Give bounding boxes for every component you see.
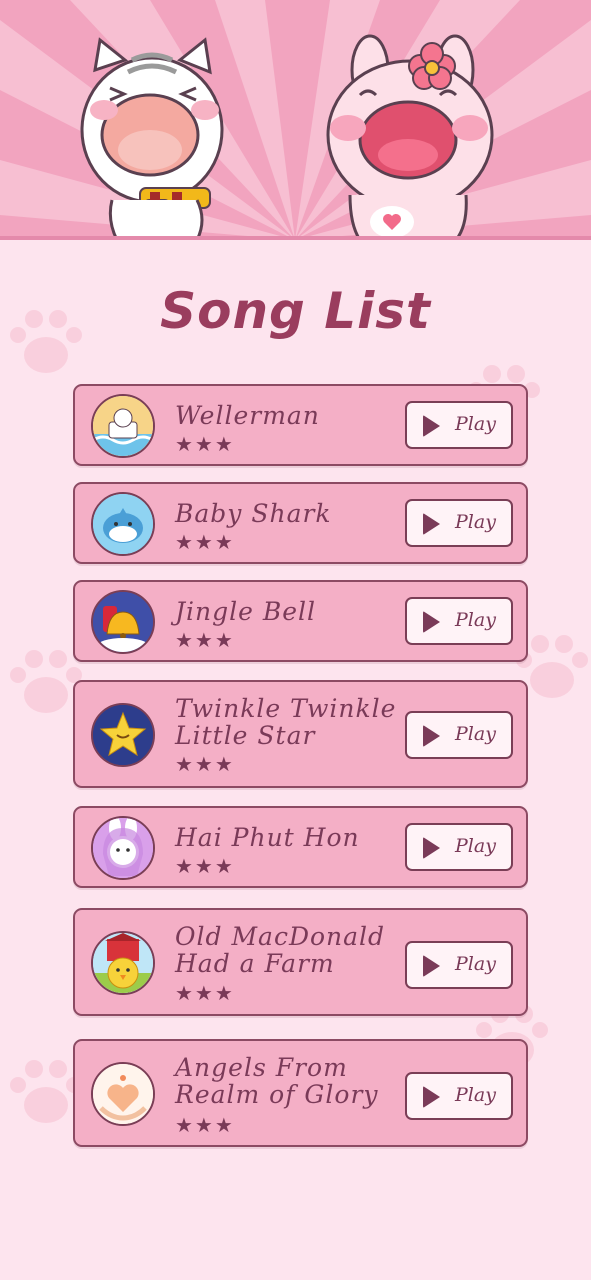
cat-boat-icon bbox=[93, 396, 153, 456]
song-card: Angels From Realm of Glory ★★★ Play bbox=[73, 1039, 528, 1147]
song-title: Angels From Realm of Glory bbox=[175, 1054, 400, 1108]
song-title-line: Realm of Glory bbox=[175, 1080, 379, 1109]
page-title: Song List bbox=[160, 282, 431, 340]
song-title: Baby Shark bbox=[175, 499, 332, 528]
play-icon bbox=[423, 1086, 440, 1108]
song-title: Jingle Bell bbox=[175, 597, 317, 626]
paw-print-icon bbox=[10, 1060, 82, 1123]
rating-stars: ★★★ bbox=[175, 1113, 235, 1137]
rating-stars: ★★★ bbox=[175, 854, 235, 878]
play-button-label: Play bbox=[455, 511, 496, 533]
song-title: Wellerman bbox=[175, 401, 320, 430]
song-title-line: Angels From bbox=[175, 1053, 348, 1082]
shark-icon bbox=[93, 494, 153, 554]
header-banner bbox=[0, 0, 591, 240]
paw-print-icon bbox=[10, 650, 82, 713]
song-title: Old MacDonald Had a Farm bbox=[175, 923, 400, 977]
song-title-line: Old MacDonald bbox=[175, 922, 386, 951]
star-icon bbox=[93, 705, 153, 765]
play-button-label: Play bbox=[455, 1084, 496, 1106]
play-button-label: Play bbox=[455, 609, 496, 631]
play-button[interactable]: Play bbox=[405, 823, 513, 871]
chick-farm-icon bbox=[93, 933, 153, 993]
song-card: Baby Shark ★★★ Play bbox=[73, 482, 528, 564]
song-title: Twinkle Twinkle Little Star bbox=[175, 695, 400, 749]
rating-stars: ★★★ bbox=[175, 628, 235, 652]
song-card: Wellerman ★★★ Play bbox=[73, 384, 528, 466]
rating-stars: ★★★ bbox=[175, 981, 235, 1005]
heart-hands-icon bbox=[93, 1064, 153, 1124]
play-button[interactable]: Play bbox=[405, 499, 513, 547]
play-button[interactable]: Play bbox=[405, 941, 513, 989]
banner-illustration bbox=[0, 0, 591, 240]
song-thumbnail bbox=[91, 816, 155, 880]
play-icon bbox=[423, 513, 440, 535]
song-thumbnail bbox=[91, 703, 155, 767]
play-icon bbox=[423, 611, 440, 633]
song-thumbnail bbox=[91, 590, 155, 654]
play-icon bbox=[423, 955, 440, 977]
bunny-character bbox=[326, 34, 494, 240]
song-thumbnail bbox=[91, 1062, 155, 1126]
song-title-line: Little Star bbox=[175, 721, 316, 750]
bell-icon bbox=[93, 592, 153, 652]
rating-stars: ★★★ bbox=[175, 752, 235, 776]
song-title: Hai Phut Hon bbox=[175, 823, 360, 852]
play-button-label: Play bbox=[455, 413, 496, 435]
song-card: Old MacDonald Had a Farm ★★★ Play bbox=[73, 908, 528, 1016]
play-icon bbox=[423, 415, 440, 437]
song-title-line: Had a Farm bbox=[175, 949, 335, 978]
song-title-line: Twinkle Twinkle bbox=[175, 694, 397, 723]
song-thumbnail bbox=[91, 394, 155, 458]
song-card: Twinkle Twinkle Little Star ★★★ Play bbox=[73, 680, 528, 788]
song-thumbnail bbox=[91, 931, 155, 995]
rating-stars: ★★★ bbox=[175, 530, 235, 554]
song-card: Jingle Bell ★★★ Play bbox=[73, 580, 528, 662]
play-icon bbox=[423, 837, 440, 859]
rating-stars: ★★★ bbox=[175, 432, 235, 456]
play-button[interactable]: Play bbox=[405, 711, 513, 759]
play-button[interactable]: Play bbox=[405, 597, 513, 645]
song-card: Hai Phut Hon ★★★ Play bbox=[73, 806, 528, 888]
play-button[interactable]: Play bbox=[405, 401, 513, 449]
play-button-label: Play bbox=[455, 835, 496, 857]
play-button[interactable]: Play bbox=[405, 1072, 513, 1120]
bunny-girl-icon bbox=[93, 818, 153, 878]
banner-divider bbox=[0, 236, 591, 240]
song-thumbnail bbox=[91, 492, 155, 556]
play-button-label: Play bbox=[455, 953, 496, 975]
play-icon bbox=[423, 725, 440, 747]
play-button-label: Play bbox=[455, 723, 496, 745]
